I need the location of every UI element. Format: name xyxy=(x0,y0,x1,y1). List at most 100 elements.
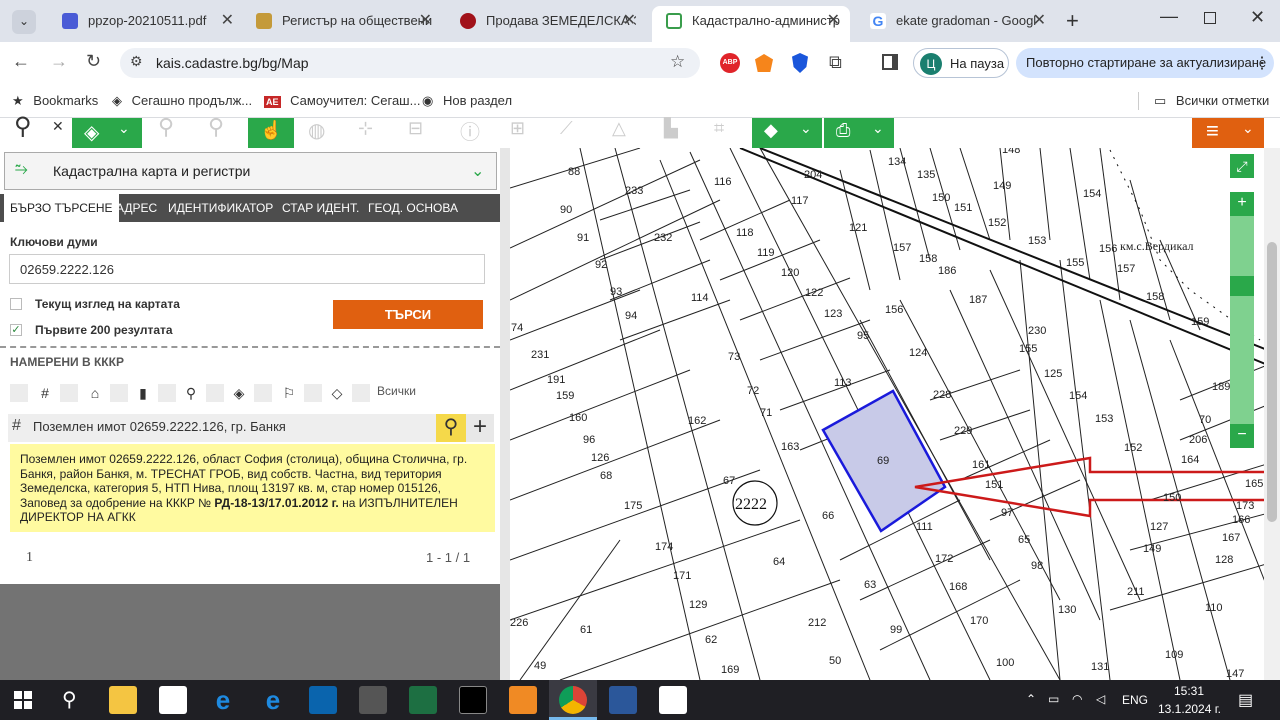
calculator-icon[interactable] xyxy=(359,686,387,714)
survey-marker-icon[interactable]: ⚐ xyxy=(280,384,298,402)
windows-start-icon[interactable] xyxy=(14,691,32,709)
close-tab-icon[interactable]: ✕ xyxy=(623,6,636,36)
map-scrollbar[interactable] xyxy=(1264,148,1280,680)
filter-parcel-icon[interactable] xyxy=(10,384,28,402)
keywords-input[interactable] xyxy=(9,254,485,284)
show-hidden-icons[interactable]: ⌃ xyxy=(1026,692,1036,706)
bookmark-item[interactable]: ◈ Сегашно продълж... xyxy=(112,93,252,109)
polygon-tool-button[interactable]: △ xyxy=(608,118,648,148)
main-menu-button[interactable]: ≡ ⌄ xyxy=(1192,118,1264,148)
zoom-out-button[interactable]: − xyxy=(1230,424,1254,448)
tab-address[interactable]: АДРЕС xyxy=(110,194,163,222)
adblock-extension-icon[interactable]: ABP xyxy=(720,53,740,73)
filter-blank-icon[interactable] xyxy=(158,384,176,402)
first200-checkbox[interactable]: ✓ xyxy=(10,324,22,336)
back-icon[interactable]: ← xyxy=(12,51,30,72)
edge-icon[interactable]: e xyxy=(259,686,287,714)
zoom-in-tool-button[interactable]: ⚲ xyxy=(150,114,190,148)
forward-icon[interactable]: → xyxy=(50,51,68,72)
tab-identifier[interactable]: ИДЕНТИФИКАТОР xyxy=(162,194,279,222)
browser-tab[interactable]: Регистър на обществени ✕ xyxy=(242,6,442,42)
clock-time[interactable]: 15:31 xyxy=(1174,684,1204,698)
location-pin-icon[interactable]: ⚲ xyxy=(182,384,200,402)
zoom-to-result-icon[interactable]: ⚲ xyxy=(436,414,466,442)
reload-icon[interactable]: ↻ xyxy=(86,51,101,72)
search-icon[interactable]: ⚲ xyxy=(62,687,77,712)
terminal-icon[interactable] xyxy=(459,686,487,714)
chrome-icon[interactable] xyxy=(559,686,587,714)
bookmark-item[interactable]: AE Самоучител: Сегаш... xyxy=(264,93,420,108)
search-button[interactable]: ТЪРСИ xyxy=(333,300,483,329)
layers-icon[interactable]: ◈ xyxy=(230,384,248,402)
browser-tab-active[interactable]: Кадастрално-администр ✕ xyxy=(652,6,850,42)
update-button[interactable]: Повторно стартиране за актуализиране ⋮ xyxy=(1016,48,1274,78)
volume-icon[interactable]: ◁ xyxy=(1096,692,1105,706)
filter-blank-icon[interactable] xyxy=(304,384,322,402)
language-indicator[interactable]: ENG xyxy=(1122,693,1148,707)
close-tab-icon[interactable]: ✕ xyxy=(221,6,234,36)
close-tab-icon[interactable]: ✕ xyxy=(827,6,840,36)
filter-blank-icon[interactable] xyxy=(352,384,370,402)
globe-tool-button[interactable]: ◍ xyxy=(300,118,340,148)
bookmark-item[interactable]: ◉ Нов раздел xyxy=(422,93,512,109)
outlook-icon[interactable] xyxy=(309,686,337,714)
profile-button[interactable]: Ц На пауза xyxy=(913,48,1009,78)
internet-explorer-icon[interactable]: e xyxy=(209,686,237,714)
new-tab-icon[interactable]: + xyxy=(1066,8,1079,34)
panel-header[interactable]: ⥲ Кадастрална карта и регистри ⌄ xyxy=(4,152,497,190)
cadastral-map[interactable]: 2222 км.с.Вердикал 88 233 116 204 134 135 148 1… xyxy=(510,148,1280,680)
browser-tab[interactable]: G ekate gradoman - Googl ✕ xyxy=(856,6,1056,42)
polygon-icon[interactable]: ◇ xyxy=(328,384,346,402)
search-tool-button[interactable]: ⚲ ✕ xyxy=(0,113,72,148)
tab-search-icon[interactable]: ⌄ xyxy=(12,10,36,34)
wifi-icon[interactable]: ◠ xyxy=(1072,692,1082,706)
excel-icon[interactable] xyxy=(409,686,437,714)
info-tool-button[interactable]: ⓘ xyxy=(456,118,496,148)
ruler-tool-button[interactable]: ⟋ xyxy=(556,118,596,148)
minimize-icon[interactable]: — xyxy=(1160,6,1178,27)
close-window-icon[interactable]: ✕ xyxy=(1250,7,1265,28)
scrollbar-thumb[interactable] xyxy=(1267,242,1277,522)
filter-blank-icon[interactable] xyxy=(110,384,128,402)
current-view-checkbox[interactable] xyxy=(10,298,22,310)
browser-tab[interactable]: ppzop-20210511.pdf ✕ xyxy=(48,6,244,42)
close-tab-icon[interactable]: ✕ xyxy=(1033,6,1046,36)
all-label[interactable]: Всички xyxy=(377,384,416,398)
area-tool-button[interactable]: ⊟ xyxy=(400,118,440,148)
bookmark-item[interactable]: ★ Bookmarks xyxy=(12,93,98,109)
battery-icon[interactable]: ▭ xyxy=(1048,692,1059,706)
result-header[interactable]: # Поземлен имот 02659.2222.126, гр. Банк… xyxy=(8,414,494,442)
extensions-puzzle-icon[interactable]: ⧉ xyxy=(829,52,842,73)
store-icon[interactable] xyxy=(159,686,187,714)
print-tool-button[interactable]: ⎙ ⌄ xyxy=(824,118,894,148)
bookmark-star-icon[interactable]: ☆ xyxy=(670,52,685,72)
restore-icon[interactable] xyxy=(1204,12,1216,24)
stamp-tool-button[interactable]: ▙ xyxy=(660,118,700,148)
all-bookmarks-button[interactable]: ▭ Всички отметки xyxy=(1154,93,1269,109)
grid-icon[interactable]: # xyxy=(36,384,54,402)
pan-tool-button[interactable]: ☝ xyxy=(248,118,294,148)
select-tool-button[interactable]: ⊞ xyxy=(506,118,546,148)
tab-geodetic-base[interactable]: ГЕОД. ОСНОВА xyxy=(362,194,464,222)
house-icon[interactable]: ⌂ xyxy=(86,384,104,402)
layers-tool-button[interactable]: ◈ ⌄ xyxy=(72,118,142,148)
address-bar[interactable]: ⚙ kais.cadastre.bg/bg/Map ☆ xyxy=(120,48,700,78)
filter-blank-icon[interactable] xyxy=(254,384,272,402)
photos-icon[interactable] xyxy=(659,686,687,714)
measure-tool-button[interactable]: ⊹ xyxy=(350,118,390,148)
app-orange-icon[interactable] xyxy=(509,686,537,714)
filter-blank-icon[interactable] xyxy=(206,384,224,402)
fullscreen-button[interactable]: ⤢ xyxy=(1230,154,1254,178)
page-number[interactable]: 1 xyxy=(26,550,33,566)
zoom-in-button[interactable]: + xyxy=(1230,192,1254,216)
building-icon[interactable]: ▮ xyxy=(134,384,152,402)
url-text[interactable]: kais.cadastre.bg/bg/Map xyxy=(156,55,309,71)
add-icon[interactable]: + xyxy=(466,414,494,442)
file-explorer-icon[interactable] xyxy=(109,686,137,714)
side-panel-icon[interactable] xyxy=(882,54,898,70)
chevron-down-icon[interactable]: ⌄ xyxy=(471,161,484,181)
zoom-out-tool-button[interactable]: ⚲ xyxy=(200,114,240,148)
browser-tab[interactable]: Продава ЗЕМЕДЕЛСКА З ✕ xyxy=(446,6,646,42)
crop-tool-button[interactable]: ⌗ xyxy=(710,118,750,148)
site-info-icon[interactable]: ⚙ xyxy=(130,53,143,70)
